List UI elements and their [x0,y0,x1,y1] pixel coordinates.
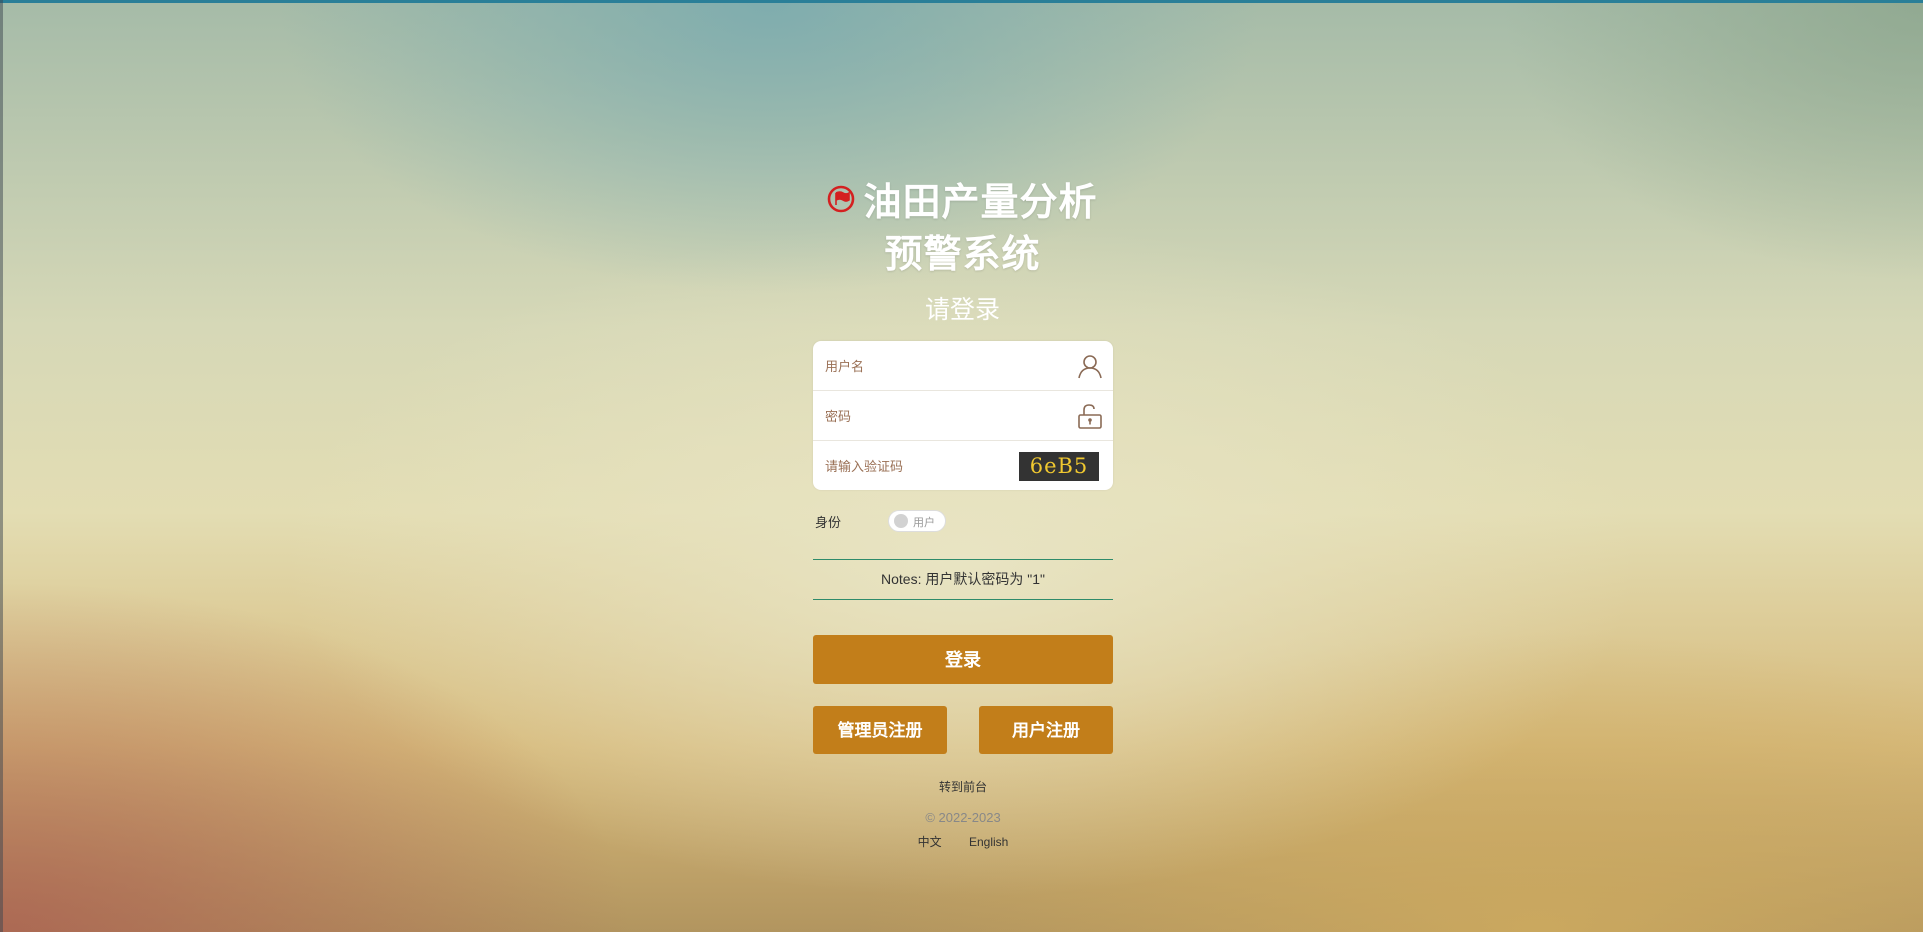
captcha-row: 6eB5 [813,441,1113,491]
role-toggle[interactable]: 用户 [888,510,946,532]
lang-zh-link[interactable]: 中文 [918,835,942,849]
login-subtitle: 请登录 [924,296,1000,324]
captcha-image[interactable]: 6eB5 [1019,452,1099,481]
login-button[interactable]: 登录 [813,635,1113,684]
username-row [813,341,1113,391]
title-line-1: 油田产量分析 [863,182,1098,224]
title-line-2: 预警系统 [884,233,1041,276]
login-form: 6eB5 [813,341,1113,491]
page-title: 油田产量分析 预警系统 [780,178,1145,280]
unlock-icon [1077,403,1103,429]
password-row [813,391,1113,441]
lang-en-link[interactable]: English [969,835,1008,849]
front-page-link[interactable]: 转到前台 [813,778,1113,795]
role-toggle-label: 用户 [913,517,935,529]
left-edge [0,0,3,932]
language-switcher: 中文 English [813,833,1113,850]
admin-register-button[interactable]: 管理员注册 [813,706,947,754]
password-input[interactable] [823,391,1057,441]
user-icon [1077,353,1103,379]
user-register-button[interactable]: 用户注册 [979,706,1113,754]
red-flag-icon [827,176,855,226]
username-input[interactable] [823,341,1057,391]
top-accent-bar [0,0,1923,3]
copyright-text: © 2022-2023 [925,810,1001,825]
role-label: 身份 [815,515,842,530]
toggle-knob [894,514,908,528]
notes-text: Notes: 用户默认密码为 "1" [813,559,1113,600]
